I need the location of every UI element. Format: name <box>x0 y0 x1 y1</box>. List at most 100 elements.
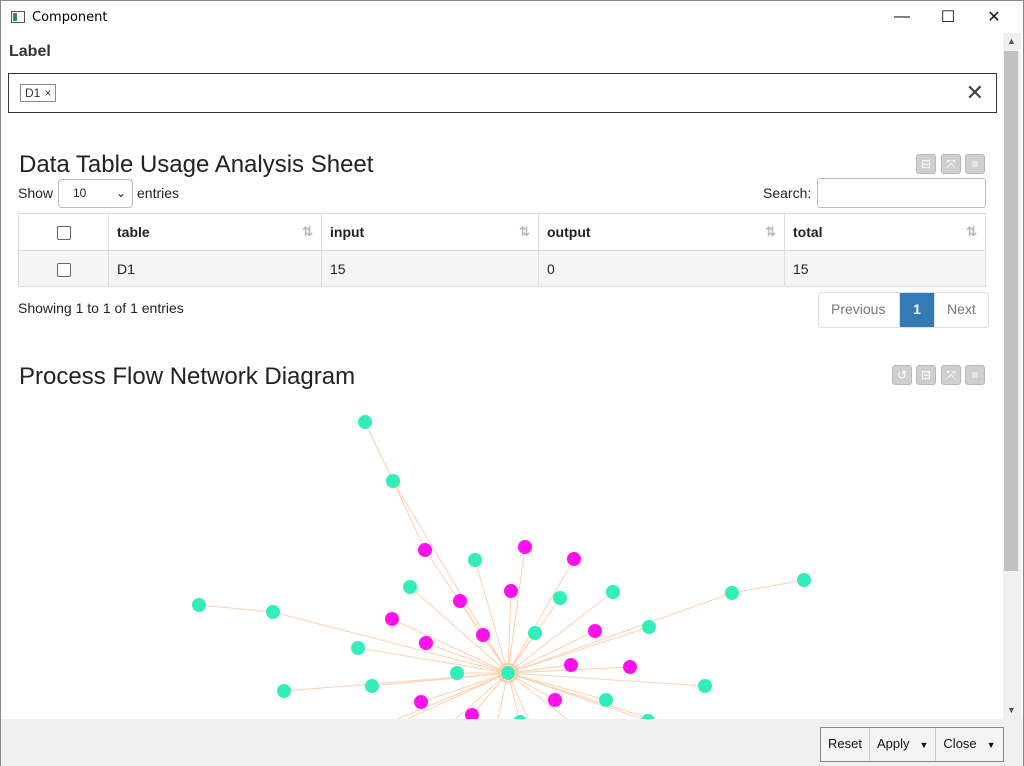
process-node <box>564 658 578 672</box>
sort-icon: ⇅ <box>765 224 776 239</box>
table-node <box>725 586 739 600</box>
table-node <box>606 585 620 599</box>
graph-edge <box>474 559 509 674</box>
sort-icon: ⇅ <box>519 224 530 239</box>
label-tag-input[interactable]: D1 × ✕ <box>8 73 997 113</box>
entries-label: entries <box>137 185 180 201</box>
search-label: Search: <box>763 185 812 201</box>
minimize-button[interactable]: — <box>879 1 925 33</box>
reset-button[interactable]: Reset <box>821 728 870 761</box>
column-header-input[interactable]: input ⇅ <box>321 213 539 251</box>
cell-output: 0 <box>538 250 785 287</box>
graph-edge <box>507 558 575 674</box>
table-node <box>642 620 656 634</box>
sort-icon: ⇅ <box>966 224 977 239</box>
fullscreen-icon[interactable]: ⤧ <box>941 154 961 174</box>
column-label: output <box>547 224 591 240</box>
process-node <box>567 552 581 566</box>
previous-page-button[interactable]: Previous <box>819 293 900 327</box>
process-node <box>453 594 467 608</box>
page-size-value: 10 <box>73 186 87 200</box>
graph-edge <box>392 480 426 551</box>
clear-tags-icon[interactable]: ✕ <box>966 82 984 104</box>
process-node <box>476 628 490 642</box>
table-header-row: table ⇅ input ⇅ output ⇅ total ⇅ <box>18 213 986 251</box>
table-row[interactable]: D1 15 0 15 <box>18 250 986 287</box>
graph-edge <box>357 647 509 674</box>
table-node <box>365 679 379 693</box>
close-label: Close <box>943 736 977 751</box>
column-header-output[interactable]: output ⇅ <box>538 213 785 251</box>
scrollbar-thumb[interactable] <box>1004 51 1018 571</box>
table-node <box>599 693 613 707</box>
process-node <box>414 695 428 709</box>
search-input[interactable] <box>817 178 986 208</box>
process-node <box>518 540 532 554</box>
cell-total: 15 <box>784 250 986 287</box>
table-node <box>553 591 567 605</box>
table-node <box>277 684 291 698</box>
apply-label: Apply <box>876 736 910 751</box>
collapse-icon[interactable]: ⊟ <box>916 154 936 174</box>
chevron-down-icon: ⌄ <box>115 186 126 200</box>
close-window-button[interactable]: ✕ <box>971 1 1017 33</box>
close-button[interactable]: Close ▼ <box>936 728 1002 761</box>
tag-d1: D1 × <box>20 84 57 102</box>
content-area: Label D1 × ✕ Data Table Usage Analysis Sh… <box>1 33 1003 719</box>
graph-edge <box>731 579 805 594</box>
app-icon <box>11 11 25 23</box>
dialog-footer: Reset Apply ▼ Close ▼ <box>1 719 1023 766</box>
maximize-button[interactable]: ☐ <box>925 1 971 33</box>
column-label: input <box>330 224 365 240</box>
footer-buttons: Reset Apply ▼ Close ▼ <box>820 727 1004 762</box>
graph-edge <box>507 630 596 674</box>
select-all-checkbox[interactable] <box>56 226 71 241</box>
network-graph[interactable] <box>1 373 1001 719</box>
tag-remove-icon[interactable]: × <box>44 86 51 100</box>
column-header-total[interactable]: total ⇅ <box>784 213 986 251</box>
data-table: table ⇅ input ⇅ output ⇅ total ⇅ D1 15 0 15 <box>18 213 986 287</box>
window-title: Component <box>32 10 108 25</box>
table-node <box>797 573 811 587</box>
pagination: Previous 1 Next <box>818 292 989 328</box>
scroll-down-icon[interactable]: ▼ <box>1007 705 1016 715</box>
process-node <box>385 612 399 626</box>
table-node <box>351 641 365 655</box>
process-node <box>588 624 602 638</box>
row-select-cell <box>18 250 109 287</box>
title-bar: Component — ☐ ✕ <box>1 1 1023 33</box>
table-node <box>528 626 542 640</box>
scroll-up-icon[interactable]: ▲ <box>1007 36 1016 46</box>
process-node <box>623 660 637 674</box>
reset-label: Reset <box>828 736 862 751</box>
cell-input: 15 <box>321 250 539 287</box>
process-node <box>419 636 433 650</box>
select-all-cell <box>18 213 109 251</box>
table-section-title: Data Table Usage Analysis Sheet <box>19 151 374 178</box>
process-node <box>548 693 562 707</box>
page-size-select[interactable]: 10 ⌄ <box>58 179 133 208</box>
graph-edge <box>507 672 706 687</box>
column-label: table <box>117 224 150 240</box>
apply-button[interactable]: Apply ▼ <box>870 728 937 761</box>
table-node <box>450 666 464 680</box>
caret-down-icon[interactable]: ▼ <box>920 740 929 750</box>
table-node <box>266 605 280 619</box>
graph-nodes <box>192 415 811 719</box>
process-node <box>418 543 432 557</box>
graph-edge <box>392 480 509 674</box>
table-node <box>358 415 372 429</box>
vertical-scrollbar[interactable]: ▲ ▼ <box>1003 33 1021 719</box>
row-checkbox[interactable] <box>56 262 71 277</box>
column-header-table[interactable]: table ⇅ <box>108 213 322 251</box>
table-node <box>192 598 206 612</box>
graph-edge <box>364 421 394 482</box>
component-window: Component — ☐ ✕ Label D1 × ✕ Data Table U… <box>0 0 1024 766</box>
label-heading: Label <box>9 43 51 60</box>
menu-icon[interactable]: ≡ <box>965 154 985 174</box>
sort-icon: ⇅ <box>302 224 313 239</box>
caret-down-icon[interactable]: ▼ <box>987 740 996 750</box>
table-info: Showing 1 to 1 of 1 entries <box>18 300 184 316</box>
page-1-button[interactable]: 1 <box>900 293 934 327</box>
next-page-button[interactable]: Next <box>934 293 988 327</box>
